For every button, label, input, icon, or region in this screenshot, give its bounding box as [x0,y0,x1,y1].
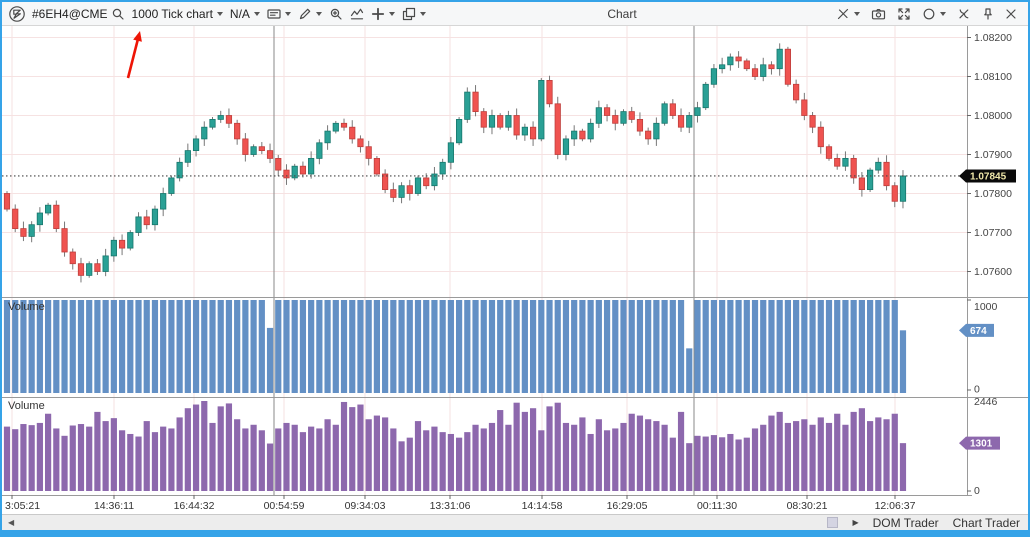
close-button[interactable] [1005,8,1017,20]
chevron-down-icon [254,12,260,16]
chevron-down-icon [316,12,322,16]
zoom-in-button[interactable] [329,7,343,21]
chart-style-icon [350,7,364,21]
scroll-right-arrow[interactable]: ▶ [852,518,858,527]
connection-selector[interactable]: N/A [230,7,260,21]
svg-text:1.08100: 1.08100 [974,71,1012,83]
svg-text:1.07600: 1.07600 [974,266,1012,278]
svg-text:3:05:21: 3:05:21 [5,500,40,512]
symbol-selector[interactable]: #6EH4@CME [32,7,125,21]
chevron-down-icon [420,12,426,16]
tools-icon [957,7,971,21]
svg-text:1000: 1000 [974,301,998,313]
period-selector[interactable]: 1000 Tick chart [132,7,223,21]
panel-thumb-icon[interactable] [827,517,838,528]
volume-tick-current-badge: 674 [959,324,994,337]
close-icon [1005,8,1017,20]
screens-button[interactable] [267,7,291,21]
expand-icon [897,7,911,21]
svg-text:1.07845: 1.07845 [970,171,1007,182]
connection-label: N/A [230,7,250,21]
circle-icon [922,7,936,21]
screenshot-button[interactable] [871,7,886,21]
chevron-down-icon [854,12,860,16]
link-button[interactable] [836,7,860,21]
screens-icon [267,7,281,21]
add-indicator-button[interactable] [371,7,395,21]
toolbar-right-group [836,7,1021,21]
svg-text:1301: 1301 [970,439,993,450]
svg-text:08:30:21: 08:30:21 [787,500,828,512]
symbol-label: #6EH4@CME [32,7,108,21]
svg-text:12:06:37: 12:06:37 [875,500,916,512]
chevron-down-icon [285,12,291,16]
volume-pane-title: Volume [8,400,45,412]
svg-text:14:14:58: 14:14:58 [522,500,563,512]
bottom-tabs: ▶ DOM Trader Chart Trader [827,516,1028,530]
svg-text:14:36:11: 14:36:11 [94,500,134,512]
period-label: 1000 Tick chart [132,7,213,21]
svg-text:0: 0 [974,384,980,396]
svg-text:00:11:30: 00:11:30 [697,500,737,512]
chart-window: #6EH4@CME 1000 Tick chart N/A [0,0,1030,537]
chart-canvas[interactable]: Volume Volume 1.08200 1.08100 1.08000 1.07900… [2,26,1028,516]
svg-text:16:44:32: 16:44:32 [174,500,215,512]
scroll-left-arrow[interactable]: ◀ [2,518,14,527]
svg-text:00:54:59: 00:54:59 [264,500,305,512]
pin-button[interactable] [982,7,994,21]
bottom-scrollbar: ◀ ▶ DOM Trader Chart Trader [2,514,1028,530]
svg-text:1.07800: 1.07800 [974,188,1012,200]
svg-text:16:29:05: 16:29:05 [607,500,648,512]
svg-text:09:34:03: 09:34:03 [345,500,386,512]
chart-style-button[interactable] [350,7,364,21]
pencil-icon [298,7,312,21]
zoom-in-icon [329,7,343,21]
svg-text:1.08000: 1.08000 [974,110,1012,122]
volume-tick-pane-title: Volume [8,301,45,313]
svg-text:13:31:06: 13:31:06 [430,500,471,512]
overlays-button[interactable] [402,7,426,21]
tab-chart-trader[interactable]: Chart Trader [953,516,1020,530]
svg-text:1.08200: 1.08200 [974,32,1012,44]
camera-icon [871,7,886,21]
app-logo-icon[interactable] [9,6,25,22]
volume-current-badge: 1301 [959,437,1000,450]
windows-icon [402,7,416,21]
search-icon [111,7,125,21]
chevron-down-icon [217,12,223,16]
svg-text:0: 0 [974,485,980,497]
chart-toolbar: #6EH4@CME 1000 Tick chart N/A [2,2,1028,26]
settings-button[interactable] [957,7,971,21]
tab-dom-trader[interactable]: DOM Trader [873,516,939,530]
svg-text:674: 674 [970,326,987,337]
pin-icon [982,7,994,21]
window-title: Chart [607,7,636,21]
drawings-button[interactable] [298,7,322,21]
svg-text:1.07900: 1.07900 [974,149,1012,161]
unlink-icon [836,7,850,21]
chevron-down-icon [940,12,946,16]
current-price-badge: 1.07845 [959,169,1016,182]
fullscreen-button[interactable] [897,7,911,21]
svg-text:1.07700: 1.07700 [974,227,1012,239]
chevron-down-icon [389,12,395,16]
svg-text:2446: 2446 [974,396,998,408]
color-group-button[interactable] [922,7,946,21]
plus-icon [371,7,385,21]
